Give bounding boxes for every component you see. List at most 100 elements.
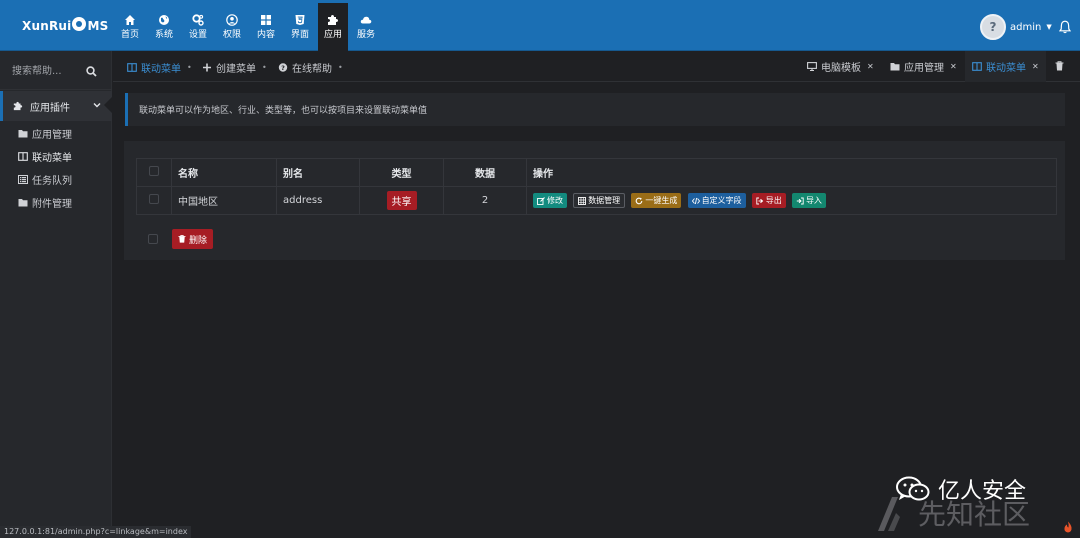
cell-type: 共享 bbox=[359, 186, 444, 215]
nav-label: 首页 bbox=[120, 30, 139, 40]
html5-icon bbox=[295, 15, 305, 25]
window-tab-label: 应用管理 bbox=[904, 63, 944, 74]
code-icon bbox=[691, 197, 700, 204]
type-badge: 共享 bbox=[386, 191, 417, 210]
brand-logo[interactable]: XunRui MS bbox=[22, 14, 108, 38]
button-label: 数据管理 bbox=[588, 196, 621, 205]
logo-drop-icon bbox=[72, 17, 87, 31]
column-header-alias[interactable]: 别名 bbox=[276, 158, 360, 187]
column-header-name[interactable]: 名称 bbox=[171, 158, 277, 187]
nav-item-apps[interactable]: 应用 bbox=[318, 3, 348, 51]
export-button[interactable]: 导出 bbox=[751, 193, 786, 208]
sidebar-item-task-queue[interactable]: 任务队列 bbox=[18, 172, 72, 187]
column-header-actions: 操作 bbox=[526, 158, 1057, 187]
nav-item-home[interactable]: 首页 bbox=[113, 3, 147, 51]
home-icon bbox=[125, 15, 135, 25]
nav-label: 界面 bbox=[290, 30, 309, 40]
nav-label: 应用 bbox=[323, 30, 342, 40]
wechat-icon bbox=[896, 476, 930, 501]
sidebar-group-label: 应用插件 bbox=[30, 102, 70, 114]
footer-select-checkbox[interactable] bbox=[148, 234, 158, 244]
window-tab-pc-template[interactable]: 电脑模板 ✕ bbox=[800, 51, 881, 82]
nav-item-interface[interactable]: 界面 bbox=[283, 3, 317, 51]
sidebar-item-app-management[interactable]: 应用管理 bbox=[18, 126, 72, 141]
sidebar-item-label: 附件管理 bbox=[32, 199, 72, 210]
tab-linkage-menu[interactable]: 联动菜单 • bbox=[127, 60, 192, 75]
puzzle-icon bbox=[13, 101, 23, 111]
sidebar-item-label: 任务队列 bbox=[32, 176, 72, 187]
content-tabbar: 联动菜单 • 创建菜单 • ? 在线帮助 • 电脑模板 ✕ 应用管理 ✕ 联动菜… bbox=[113, 51, 1080, 82]
button-label: 一键生成 bbox=[645, 196, 678, 205]
user-menu[interactable]: ? admin ▼ bbox=[980, 14, 1052, 40]
edit-button[interactable]: 修改 bbox=[533, 193, 567, 208]
puzzle-icon bbox=[328, 15, 338, 25]
columns-icon bbox=[972, 62, 982, 71]
plus-icon bbox=[203, 63, 211, 72]
column-header-type[interactable]: 类型 bbox=[359, 158, 444, 187]
chevron-down-icon: ▼ bbox=[1046, 23, 1052, 31]
window-tab-label: 联动菜单 bbox=[986, 63, 1026, 74]
generate-button[interactable]: 一键生成 bbox=[631, 193, 682, 208]
logo-text-right: MS bbox=[87, 19, 109, 33]
status-bar-url: 127.0.0.1:81/admin.php?c=linkage&m=index bbox=[0, 526, 192, 538]
user-circle-icon bbox=[226, 14, 238, 26]
trash-icon bbox=[178, 235, 186, 243]
folder-icon bbox=[890, 63, 900, 71]
cell-alias: address bbox=[276, 186, 360, 215]
close-icon[interactable]: ✕ bbox=[867, 62, 874, 71]
window-tab-app-management[interactable]: 应用管理 ✕ bbox=[883, 51, 964, 82]
nav-label: 内容 bbox=[256, 30, 275, 40]
close-icon[interactable]: ✕ bbox=[1032, 62, 1039, 71]
sidebar-search bbox=[0, 51, 112, 90]
desktop-icon bbox=[807, 62, 817, 71]
top-navbar: XunRui MS 首页 系统 设置 权限 内容 界面 应用 服务 ? admi… bbox=[0, 0, 1080, 51]
sign-in-icon bbox=[796, 197, 804, 204]
search-input[interactable] bbox=[12, 63, 84, 79]
select-all-checkbox[interactable] bbox=[149, 166, 159, 176]
user-name: admin bbox=[1010, 21, 1042, 33]
tab-create-menu[interactable]: 创建菜单 • bbox=[202, 60, 267, 75]
table-header-row: 名称 别名 类型 数据 操作 bbox=[136, 158, 1057, 187]
tab-separator: • bbox=[187, 63, 192, 72]
sidebar-group-app-plugins[interactable]: 应用插件 bbox=[0, 91, 112, 121]
sidebar-item-linkage-menu[interactable]: 联动菜单 bbox=[18, 149, 72, 164]
columns-icon bbox=[18, 152, 28, 161]
nav-item-permissions[interactable]: 权限 bbox=[215, 3, 249, 51]
nav-item-content[interactable]: 内容 bbox=[249, 3, 283, 51]
column-header-count[interactable]: 数据 bbox=[443, 158, 527, 187]
bell-icon[interactable] bbox=[1059, 20, 1071, 34]
tab-online-help[interactable]: ? 在线帮助 • bbox=[278, 60, 343, 75]
button-label: 自定义字段 bbox=[701, 196, 742, 205]
folder-icon bbox=[18, 130, 28, 138]
cell-name: 中国地区 bbox=[171, 186, 277, 215]
import-button[interactable]: 导入 bbox=[791, 193, 826, 208]
nav-item-settings[interactable]: 设置 bbox=[181, 3, 215, 51]
sidebar-item-attachments[interactable]: 附件管理 bbox=[18, 195, 72, 210]
gears-icon bbox=[192, 14, 204, 26]
close-icon[interactable]: ✕ bbox=[950, 62, 957, 71]
cloud-icon bbox=[360, 16, 372, 24]
columns-icon bbox=[127, 63, 137, 72]
globe-icon bbox=[159, 15, 169, 25]
logo-text-left: XunRui bbox=[22, 19, 72, 33]
sign-out-icon bbox=[756, 197, 764, 204]
watermark-text-1: 亿人安全 bbox=[938, 479, 1027, 504]
button-label: 修改 bbox=[547, 196, 563, 205]
svg-text:?: ? bbox=[281, 64, 285, 72]
avatar: ? bbox=[980, 14, 1006, 40]
nav-label: 权限 bbox=[222, 30, 241, 40]
button-label: 导入 bbox=[805, 196, 822, 205]
data-management-button[interactable]: 数据管理 bbox=[573, 193, 626, 208]
row-checkbox[interactable] bbox=[149, 194, 159, 204]
window-tab-linkage-menu[interactable]: 联动菜单 ✕ bbox=[965, 51, 1046, 82]
search-icon[interactable] bbox=[86, 66, 97, 77]
refresh-icon bbox=[636, 197, 643, 204]
flame-icon bbox=[1064, 521, 1072, 533]
nav-item-services[interactable]: 服务 bbox=[349, 3, 383, 51]
custom-fields-button[interactable]: 自定义字段 bbox=[687, 193, 746, 208]
tab-separator: • bbox=[262, 63, 267, 72]
nav-item-system[interactable]: 系统 bbox=[147, 3, 181, 51]
trash-icon[interactable] bbox=[1055, 61, 1064, 71]
delete-button[interactable]: 删除 bbox=[172, 229, 214, 249]
cell-actions: 修改 数据管理 一键生成 自定义字段 导出 导入 bbox=[526, 186, 1057, 215]
